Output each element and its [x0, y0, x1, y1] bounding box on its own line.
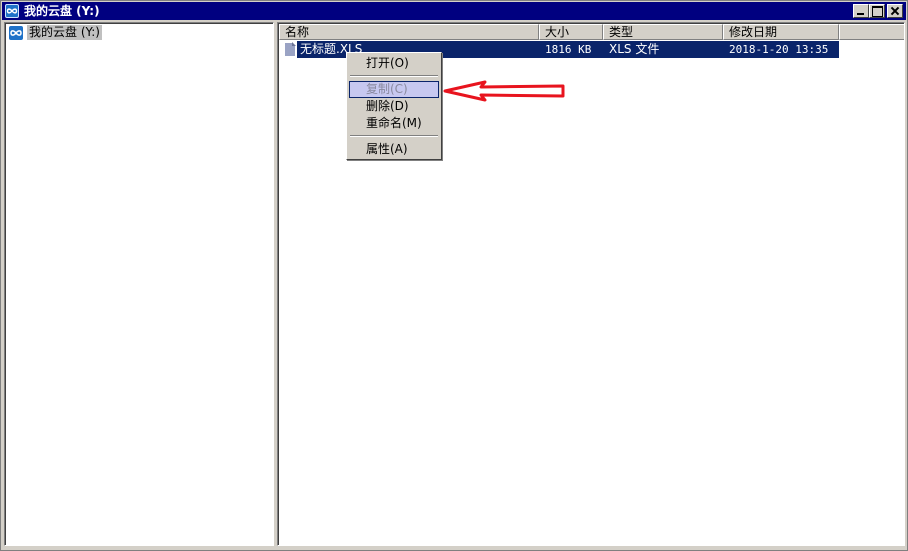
menu-item-delete[interactable]: 删除(D): [349, 98, 439, 115]
column-header-filler: [839, 24, 904, 40]
file-icon: [284, 42, 296, 57]
context-menu: 打开(O) 复制(C) 删除(D) 重命名(M) 属性(A): [346, 52, 442, 160]
file-modified-date: 2018-1-20 13:35: [729, 43, 829, 56]
explorer-window: 我的云盘 (Y:) 我的云盘 (Y:) 名称 大小 类型 修改日期 无标题.XL…: [0, 0, 908, 551]
menu-item-copy[interactable]: 复制(C): [349, 81, 439, 98]
menu-item-rename[interactable]: 重命名(M): [349, 115, 439, 132]
list-header: 名称 大小 类型 修改日期: [279, 24, 904, 40]
menu-item-properties[interactable]: 属性(A): [349, 141, 439, 158]
window-title: 我的云盘 (Y:): [24, 4, 100, 18]
title-bar[interactable]: 我的云盘 (Y:): [2, 2, 906, 20]
column-header-size[interactable]: 大小: [539, 24, 603, 40]
close-button[interactable]: [887, 4, 903, 18]
cloud-drive-icon: [9, 26, 23, 40]
menu-item-open[interactable]: 打开(O): [349, 55, 439, 72]
menu-separator: [350, 135, 438, 137]
annotation-arrow-icon: [443, 80, 565, 102]
tree-item-label: 我的云盘 (Y:): [27, 25, 102, 40]
file-size: 1816 KB: [545, 43, 592, 56]
column-header-modified[interactable]: 修改日期: [723, 24, 839, 40]
folder-tree-pane[interactable]: 我的云盘 (Y:): [4, 22, 274, 546]
menu-separator: [350, 75, 438, 77]
column-header-type[interactable]: 类型: [603, 24, 723, 40]
minimize-button[interactable]: [853, 4, 869, 18]
status-bar: [2, 547, 906, 550]
column-header-name[interactable]: 名称: [279, 24, 539, 40]
file-type: XLS 文件: [609, 42, 660, 56]
maximize-button[interactable]: [869, 4, 885, 18]
cloud-drive-icon: [5, 4, 19, 18]
